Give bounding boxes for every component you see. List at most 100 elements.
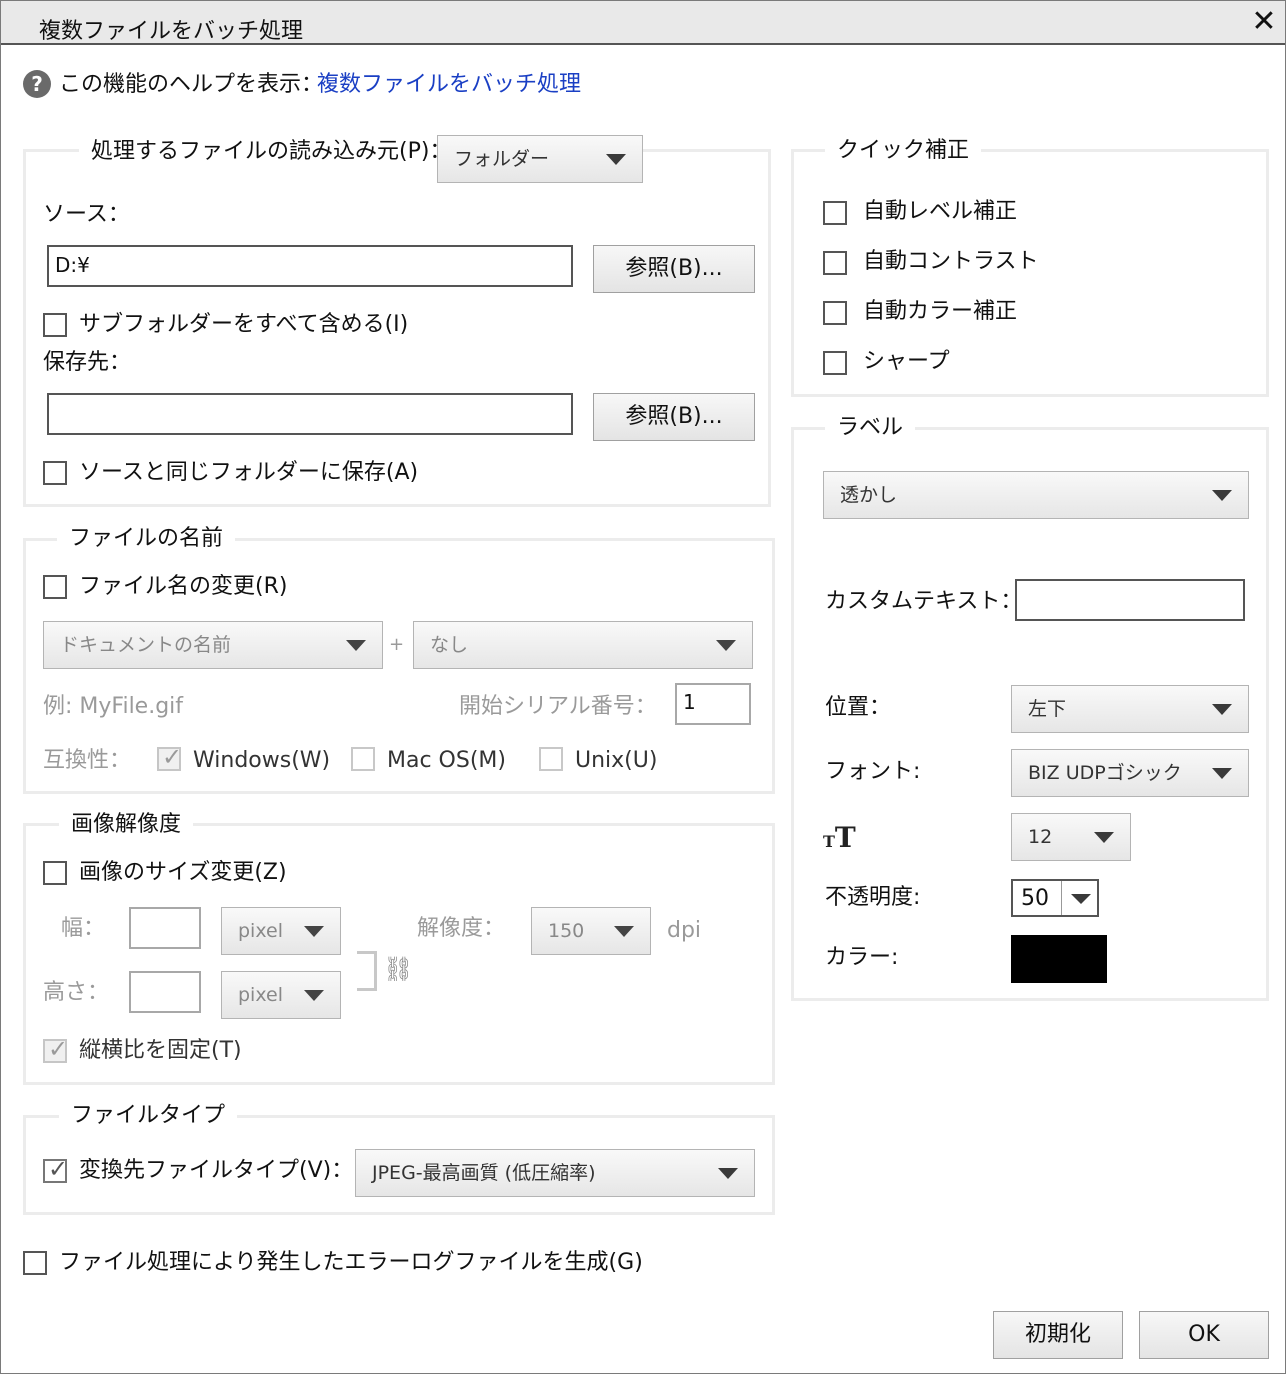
opacity-label: 不透明度:	[825, 885, 921, 910]
opacity-divider	[1061, 881, 1062, 915]
filename-example: 例: MyFile.gif	[43, 694, 184, 719]
resolution-select[interactable]: 150	[531, 907, 651, 955]
position-label: 位置：	[825, 695, 892, 720]
document-name-select[interactable]: ドキュメントの名前	[43, 621, 383, 669]
height-unit-select[interactable]: pixel	[221, 971, 341, 1019]
resolution-label: 解像度：	[417, 916, 506, 941]
quick-correction-legend: クイック補正	[825, 137, 982, 165]
unix-label: Unix(U)	[575, 748, 658, 773]
aspect-bracket	[357, 951, 377, 991]
chevron-down-icon	[304, 990, 324, 1001]
resize-checkbox[interactable]	[43, 861, 67, 885]
font-select[interactable]: BIZ UDPゴシック	[1011, 749, 1249, 797]
font-value: BIZ UDPゴシック	[1028, 762, 1182, 784]
chevron-down-icon	[606, 154, 626, 165]
checkmark-icon: ✓	[48, 1035, 69, 1063]
lock-ratio-checkbox[interactable]: ✓	[43, 1035, 69, 1063]
filetype-group-legend: ファイルタイプ	[59, 1102, 238, 1130]
question-icon: ?	[23, 70, 51, 98]
sharpen-label: シャープ	[863, 349, 950, 374]
filename-group-legend: ファイルの名前	[57, 525, 236, 553]
error-log-checkbox[interactable]	[23, 1251, 47, 1275]
resolution-value: 150	[548, 920, 585, 942]
chevron-down-icon	[1212, 704, 1232, 715]
source-browse-button[interactable]: 参照(B)...	[593, 245, 755, 293]
same-folder-checkbox[interactable]	[43, 461, 67, 485]
opacity-value: 50	[1021, 886, 1049, 911]
size-select[interactable]: 12	[1011, 813, 1131, 861]
color-label: カラー:	[825, 945, 899, 970]
opacity-stepper[interactable]: 50	[1011, 879, 1099, 917]
auto-color-checkbox[interactable]	[823, 301, 847, 325]
macos-checkbox[interactable]	[351, 747, 375, 771]
compat-label: 互換性：	[43, 748, 132, 773]
title-bar: 複数ファイルをバッチ処理 ✕	[1, 1, 1285, 45]
chevron-down-icon	[718, 1168, 738, 1179]
resize-label: 画像のサイズ変更(Z)	[79, 860, 287, 885]
auto-contrast-label: 自動コントラスト	[863, 249, 1039, 274]
macos-label: Mac OS(M)	[387, 748, 506, 773]
size-value: 12	[1028, 826, 1053, 848]
color-swatch[interactable]	[1011, 935, 1107, 983]
include-subfolders-checkbox[interactable]	[43, 313, 67, 337]
source-path-input[interactable]: D:¥	[47, 245, 573, 287]
chevron-down-icon	[304, 926, 324, 937]
chevron-down-icon	[1094, 832, 1114, 843]
chevron-down-icon	[1212, 490, 1232, 501]
chevron-down-icon	[614, 926, 634, 937]
destination-browse-button[interactable]: 参照(B)...	[593, 393, 755, 441]
rename-label: ファイル名の変更(R)	[79, 574, 288, 599]
width-input[interactable]	[129, 907, 201, 949]
convert-label: 変換先ファイルタイプ(V)：	[79, 1158, 354, 1183]
chain-link-icon[interactable]: ⛓	[383, 955, 413, 983]
height-unit-value: pixel	[238, 984, 283, 1006]
source-label: ソース：	[43, 202, 130, 227]
same-folder-label: ソースと同じフォルダーに保存(A)	[79, 460, 419, 485]
windows-label: Windows(W)	[193, 748, 331, 773]
windows-checkbox[interactable]: ✓	[157, 743, 183, 771]
width-unit-value: pixel	[238, 920, 283, 942]
include-subfolders-label: サブフォルダーをすべて含める(I)	[79, 312, 409, 337]
source-type-select[interactable]: フォルダー	[437, 135, 643, 183]
custom-text-label: カスタムテキスト：	[825, 589, 1023, 614]
height-label: 高さ：	[43, 980, 110, 1005]
label-group-legend: ラベル	[825, 414, 916, 442]
serial-input[interactable]: 1	[675, 683, 751, 725]
help-label: この機能のヘルプを表示：	[59, 72, 324, 97]
unix-checkbox[interactable]	[539, 747, 563, 771]
ok-button[interactable]: OK	[1139, 1311, 1269, 1359]
auto-level-checkbox[interactable]	[823, 201, 847, 225]
convert-checkbox[interactable]: ✓	[43, 1155, 69, 1183]
checkmark-icon: ✓	[162, 743, 183, 771]
rename-checkbox[interactable]	[43, 575, 67, 599]
position-value: 左下	[1028, 698, 1067, 720]
document-name-value: ドキュメントの名前	[60, 634, 232, 656]
reset-button[interactable]: 初期化	[993, 1311, 1123, 1359]
serial-label: 開始シリアル番号：	[459, 694, 657, 719]
chevron-down-icon[interactable]	[1071, 894, 1091, 904]
filetype-select[interactable]: JPEG-最高画質 (低圧縮率)	[355, 1149, 755, 1197]
auto-contrast-checkbox[interactable]	[823, 251, 847, 275]
sharpen-checkbox[interactable]	[823, 351, 847, 375]
auto-color-label: 自動カラー補正	[863, 299, 1018, 324]
close-icon[interactable]: ✕	[1247, 5, 1281, 39]
resolution-unit: dpi	[667, 918, 702, 943]
checkmark-icon: ✓	[48, 1155, 69, 1183]
width-unit-select[interactable]: pixel	[221, 907, 341, 955]
chevron-down-icon	[716, 640, 736, 651]
resolution-group-legend: 画像解像度	[59, 811, 194, 839]
destination-label: 保存先：	[43, 350, 132, 375]
source-type-value: フォルダー	[454, 148, 550, 170]
chevron-down-icon	[1212, 768, 1232, 779]
height-input[interactable]	[129, 971, 201, 1013]
font-label: フォント:	[825, 759, 921, 784]
source-group-legend: 処理するファイルの読み込み元(P)：	[79, 138, 464, 166]
suffix-select[interactable]: なし	[413, 621, 753, 669]
custom-text-input[interactable]	[1015, 579, 1245, 621]
position-select[interactable]: 左下	[1011, 685, 1249, 733]
batch-process-dialog: 複数ファイルをバッチ処理 ✕ ? この機能のヘルプを表示： 複数ファイルをバッチ…	[0, 0, 1286, 1374]
window-title: 複数ファイルをバッチ処理	[39, 19, 304, 44]
label-type-select[interactable]: 透かし	[823, 471, 1249, 519]
help-link[interactable]: 複数ファイルをバッチ処理	[317, 71, 581, 99]
destination-path-input[interactable]	[47, 393, 573, 435]
